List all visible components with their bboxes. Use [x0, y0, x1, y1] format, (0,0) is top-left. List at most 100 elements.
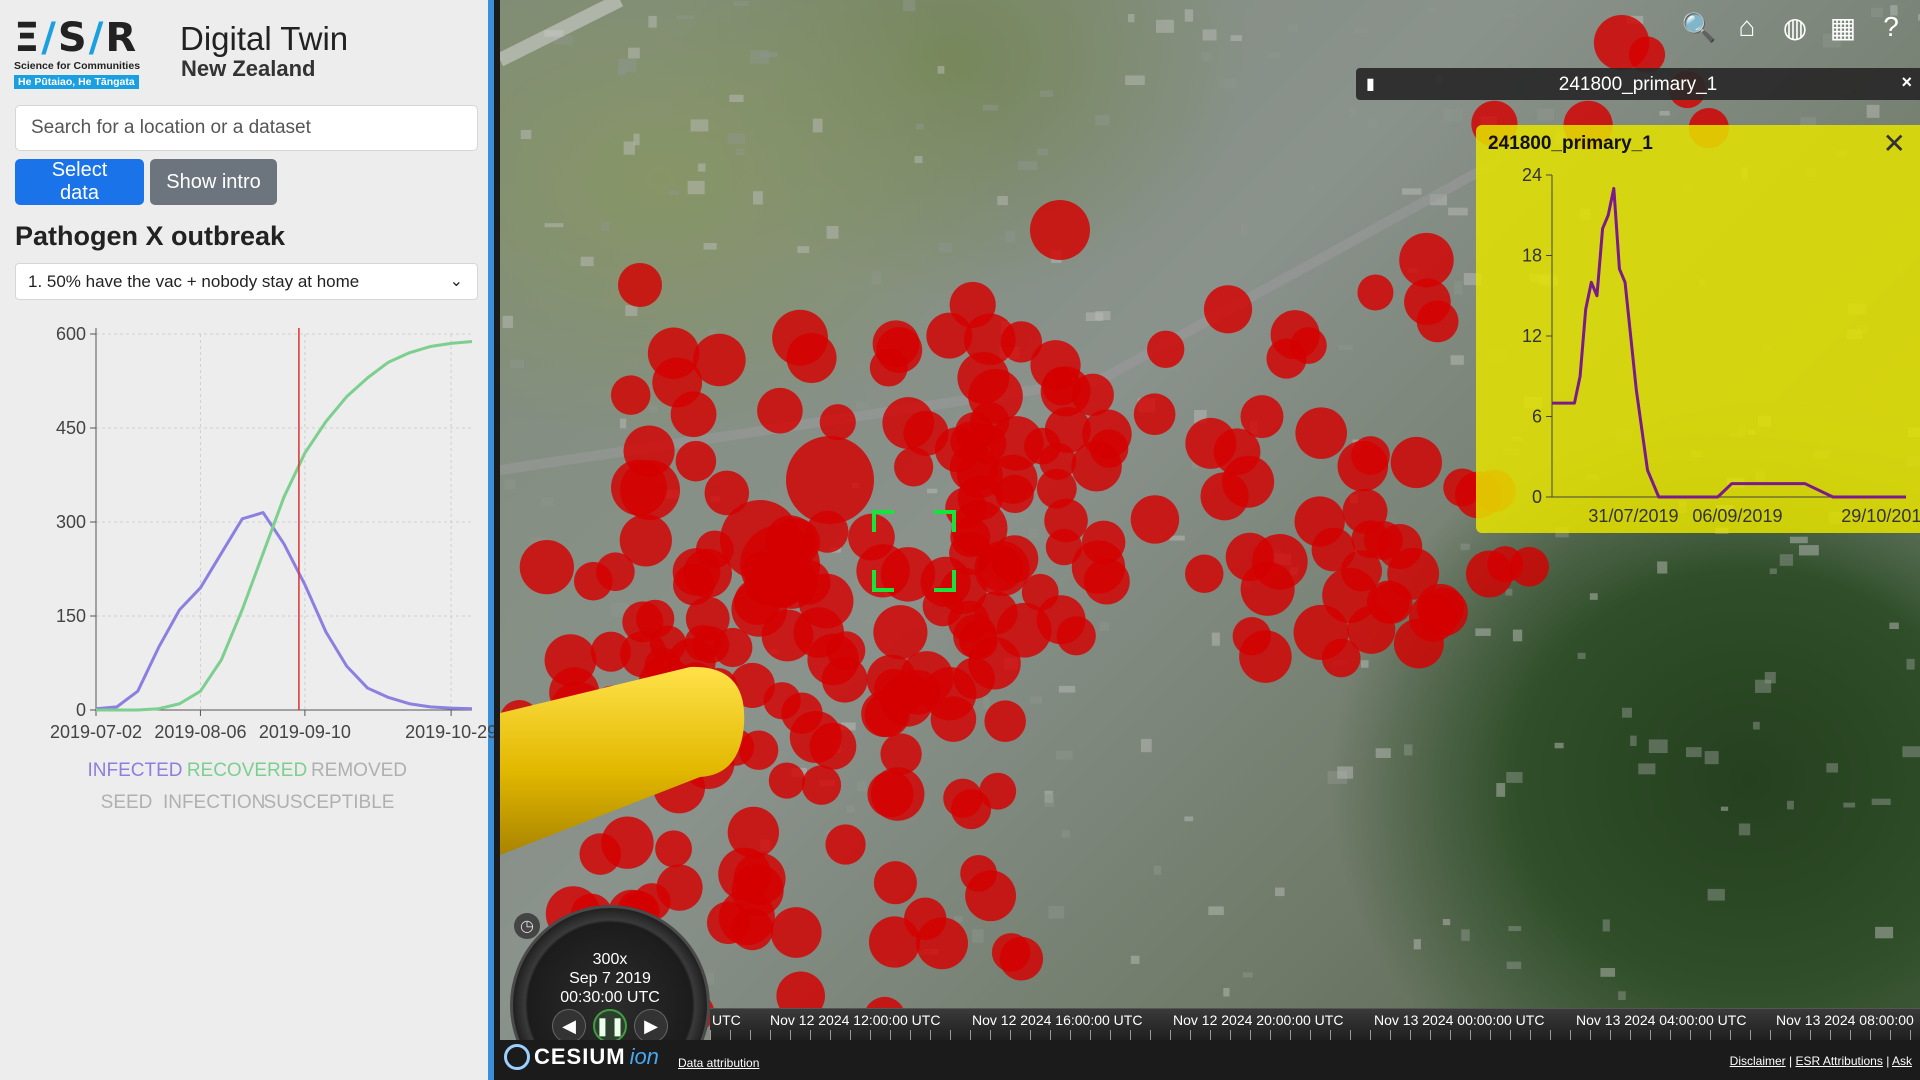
- x-tick-label: 2019-10-29: [405, 722, 494, 742]
- show-intro-button[interactable]: Show intro: [150, 159, 277, 205]
- case-circle: [618, 263, 662, 307]
- logo-subtitle: Science for Communities: [14, 60, 141, 72]
- data-attribution-link[interactable]: Data attribution: [678, 1056, 759, 1070]
- building-footprint: [1208, 906, 1224, 915]
- map-viewer[interactable]: 🔍 ⌂ ◍ ▦? ▮ 241800_primary_1 × 0 6 12 18 24 31/07…: [500, 0, 1920, 1080]
- building-footprint: [1866, 104, 1880, 118]
- building-footprint: [1496, 783, 1506, 797]
- disclaimer-link[interactable]: Disclaimer: [1730, 1054, 1786, 1068]
- case-circle: [1071, 441, 1122, 492]
- building-footprint: [727, 133, 745, 145]
- case-circle: [1321, 638, 1361, 678]
- building-footprint: [1602, 919, 1610, 932]
- building-footprint: [1429, 7, 1436, 14]
- building-footprint: [1095, 311, 1111, 321]
- app-title: Digital Twin: [180, 20, 349, 57]
- case-circle: [957, 351, 1010, 404]
- animation-time: 00:30:00 UTC: [560, 989, 660, 1006]
- case-circle: [620, 460, 680, 520]
- case-circle: [1185, 554, 1224, 593]
- basemap-icon[interactable]: ▦: [1824, 8, 1862, 46]
- building-footprint: [1442, 919, 1451, 926]
- building-footprint: [1242, 972, 1253, 978]
- y-tick-label: 600: [56, 324, 86, 344]
- building-footprint: [1030, 696, 1043, 704]
- building-footprint: [648, 404, 659, 413]
- building-footprint: [1826, 763, 1838, 773]
- ion-wordmark: ion: [629, 1044, 659, 1069]
- case-circle: [1147, 330, 1185, 368]
- building-footprint: [1789, 536, 1808, 544]
- case-circle: [1023, 427, 1061, 465]
- case-circle: [693, 333, 746, 387]
- clock-icon[interactable]: ◷: [514, 913, 540, 939]
- y-tick-label: 0: [1532, 487, 1542, 507]
- cesium-ion-logo[interactable]: CESIUM ion: [504, 1044, 659, 1070]
- feature-info-panel[interactable]: ▮ 241800_primary_1 ×: [1356, 68, 1920, 100]
- building-footprint: [1738, 823, 1751, 836]
- building-footprint: [1048, 905, 1065, 919]
- case-circle: [670, 391, 717, 438]
- case-circle: [610, 375, 651, 415]
- play-reverse-button[interactable]: ◀: [552, 1009, 586, 1043]
- building-footprint: [580, 256, 594, 267]
- case-circle: [1133, 393, 1176, 436]
- scenario-select[interactable]: 1. 50% have the vac + nobody stay at hom…: [15, 263, 478, 300]
- esr-attributions-link[interactable]: ESR Attributions: [1795, 1054, 1882, 1068]
- building-footprint: [1906, 658, 1915, 670]
- globe-icon[interactable]: ◍: [1776, 8, 1814, 46]
- case-circle: [1130, 495, 1180, 544]
- building-footprint: [1786, 800, 1794, 810]
- y-tick-label: 450: [56, 418, 86, 438]
- building-footprint: [648, 15, 657, 28]
- road-line: [500, 0, 624, 67]
- search-icon[interactable]: 🔍: [1680, 8, 1718, 46]
- building-footprint: [1638, 763, 1656, 775]
- building-footprint: [1537, 108, 1555, 121]
- building-footprint: [1504, 13, 1514, 19]
- building-footprint: [1413, 939, 1421, 950]
- building-footprint: [1201, 52, 1212, 61]
- building-footprint: [1475, 628, 1491, 636]
- building-footprint: [1843, 802, 1856, 808]
- case-circle: [718, 889, 775, 946]
- play-forward-button[interactable]: ▶: [634, 1009, 668, 1043]
- timeseries-popup: 0 6 12 18 24 31/07/2019 06/09/2019 29/10/2019 2…: [1476, 125, 1920, 533]
- building-footprint: [520, 129, 532, 140]
- animation-buttons: ◀ ❚❚ ▶: [552, 1009, 668, 1043]
- search-input[interactable]: [15, 105, 478, 151]
- case-circle: [1357, 274, 1394, 311]
- epi-line-chart: 0 150 300 450 600 2019-07-02 2019-08-06 2019-09…: [50, 324, 494, 810]
- building-footprint: [846, 805, 855, 813]
- home-icon[interactable]: ⌂: [1728, 8, 1766, 46]
- x-tick-label: 29/10/2019: [1841, 506, 1920, 526]
- building-footprint: [703, 243, 717, 250]
- ask-link[interactable]: Ask: [1892, 1054, 1912, 1068]
- case-circle: [979, 772, 1017, 810]
- case-circle: [1416, 300, 1459, 343]
- case-circle: [953, 614, 998, 659]
- timeline-bar[interactable]: UTC Nov 12 2024 12:00:00 UTC Nov 12 2024 1…: [710, 1008, 1920, 1040]
- building-footprint: [1622, 707, 1632, 718]
- building-footprint: [1028, 529, 1039, 539]
- building-footprint: [1871, 798, 1891, 805]
- building-footprint: [1589, 593, 1598, 600]
- case-circle: [934, 427, 981, 473]
- building-footprint: [668, 189, 679, 195]
- building-footprint: [633, 133, 640, 146]
- building-footprint: [1404, 744, 1413, 756]
- close-icon[interactable]: ✕: [1883, 127, 1906, 160]
- timeseries-chart: 0 6 12 18 24 31/07/2019 06/09/2019 29/10/2019: [1522, 165, 1920, 526]
- case-circle: [770, 907, 822, 958]
- building-footprint: [1337, 766, 1354, 779]
- y-tick-label: 6: [1532, 407, 1542, 427]
- case-circle: [869, 348, 908, 387]
- close-icon[interactable]: ×: [1901, 72, 1912, 93]
- timeseries-line: [1552, 186, 1906, 499]
- esr-logo[interactable]: Ξ/S/R Science for Communities He Pūtaiao…: [14, 18, 154, 89]
- pause-button[interactable]: ❚❚: [593, 1009, 627, 1043]
- building-footprint: [1454, 280, 1463, 295]
- select-data-button[interactable]: Select data: [15, 159, 144, 205]
- help-icon[interactable]: ?: [1872, 8, 1910, 46]
- x-tick-label: 2019-09-10: [259, 722, 351, 742]
